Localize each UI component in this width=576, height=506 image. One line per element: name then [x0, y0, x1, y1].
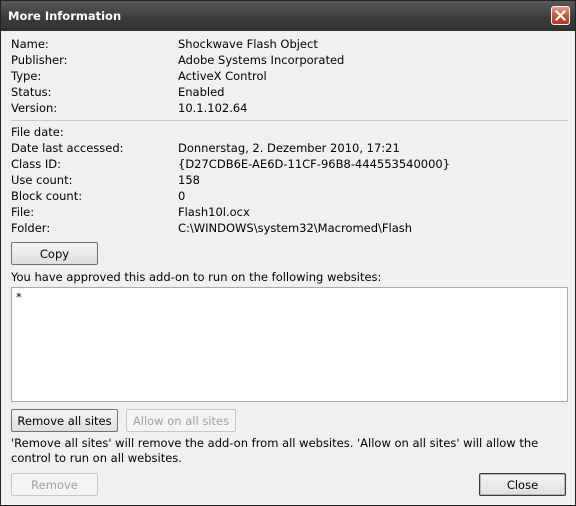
approved-sites-list[interactable]: *	[11, 287, 568, 402]
file-date-label: File date:	[11, 125, 64, 139]
class-id-label: Class ID:	[11, 157, 62, 171]
use-count-value: 158	[178, 173, 200, 187]
title-bar[interactable]: More Information	[1, 1, 575, 31]
status-value: Enabled	[178, 85, 225, 99]
file-value: Flash10l.ocx	[178, 205, 250, 219]
publisher-label: Publisher:	[11, 53, 68, 67]
publisher-value: Adobe Systems Incorporated	[178, 53, 345, 67]
class-id-value: {D27CDB6E-AE6D-11CF-96B8-444553540000}	[178, 157, 451, 171]
use-count-label: Use count:	[11, 173, 73, 187]
close-window-button[interactable]	[551, 6, 570, 25]
remove-all-sites-button[interactable]: Remove all sites	[11, 409, 118, 432]
folder-label: Folder:	[11, 221, 51, 235]
name-label: Name:	[11, 37, 49, 51]
more-information-dialog: More Information Name: Shockwave Flash O…	[0, 0, 576, 506]
date-last-accessed-value: Donnerstag, 2. Dezember 2010, 17:21	[178, 141, 400, 155]
dialog-body: Name: Shockwave Flash Object Publisher: …	[2, 31, 574, 505]
remove-button[interactable]: Remove	[11, 473, 98, 496]
status-label: Status:	[11, 85, 52, 99]
folder-value: C:\WINDOWS\system32\Macromed\Flash	[178, 221, 413, 235]
close-icon	[555, 10, 566, 21]
sites-hint-text: 'Remove all sites' will remove the add-o…	[11, 436, 539, 465]
date-last-accessed-label: Date last accessed:	[11, 141, 124, 155]
type-label: Type:	[11, 69, 42, 83]
type-value: ActiveX Control	[178, 69, 267, 83]
block-count-value: 0	[178, 189, 186, 203]
details-divider	[11, 120, 568, 121]
version-label: Version:	[11, 101, 58, 115]
file-label: File:	[11, 205, 35, 219]
close-button[interactable]: Close	[479, 473, 566, 496]
list-item[interactable]: *	[16, 290, 22, 304]
version-value: 10.1.102.64	[178, 101, 248, 115]
window-title: More Information	[8, 9, 122, 23]
block-count-label: Block count:	[11, 189, 83, 203]
allow-on-all-sites-button[interactable]: Allow on all sites	[126, 409, 236, 432]
name-value: Shockwave Flash Object	[178, 37, 318, 51]
approved-sites-heading: You have approved this add-on to run on …	[11, 270, 382, 284]
copy-button[interactable]: Copy	[11, 242, 98, 265]
